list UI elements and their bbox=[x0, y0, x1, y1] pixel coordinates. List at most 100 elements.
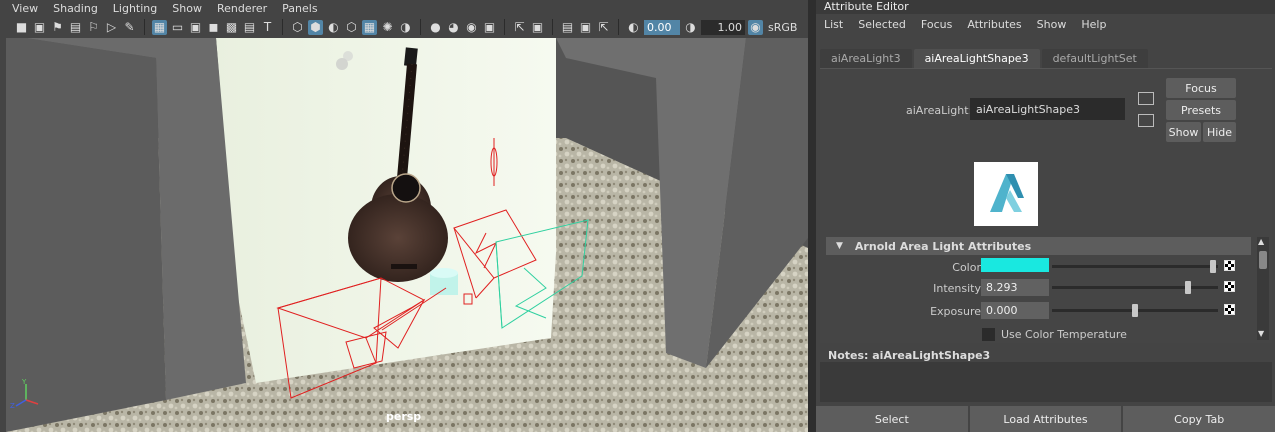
section-header-arnold-area-light[interactable]: ▼ Arnold Area Light Attributes bbox=[826, 237, 1251, 255]
scroll-thumb[interactable] bbox=[1259, 251, 1267, 269]
tab-defaultlightset[interactable]: defaultLightSet bbox=[1041, 49, 1148, 68]
camera-attributes-icon[interactable]: ▣ bbox=[32, 20, 47, 35]
use-all-lights-icon[interactable]: ✺ bbox=[380, 20, 395, 35]
grease-pencil-icon[interactable]: ✎ bbox=[122, 20, 137, 35]
menu-list[interactable]: List bbox=[824, 18, 843, 31]
depth-of-field-icon[interactable]: ▣ bbox=[482, 20, 497, 35]
smooth-shade-icon[interactable]: ⬢ bbox=[308, 19, 323, 35]
camera-name-label: persp bbox=[386, 410, 422, 423]
scroll-up-icon[interactable]: ▲ bbox=[1258, 237, 1264, 246]
arnold-logo-icon bbox=[974, 162, 1038, 226]
gate-mask-icon[interactable]: ◼ bbox=[206, 20, 221, 35]
gamma-icon[interactable]: ◑ bbox=[683, 20, 698, 35]
attribute-editor-title: Attribute Editor bbox=[816, 0, 1275, 14]
toolbar-divider bbox=[504, 19, 505, 35]
color-label: Color bbox=[952, 261, 981, 274]
colorspace-label[interactable]: sRGB bbox=[768, 21, 797, 34]
attribute-editor-menubar: List Selected Focus Attributes Show Help bbox=[816, 15, 1275, 33]
menu-renderer[interactable]: Renderer bbox=[217, 2, 267, 15]
focus-button[interactable]: Focus bbox=[1166, 78, 1236, 98]
wireframe-icon[interactable]: ⬡ bbox=[290, 20, 305, 35]
menu-view[interactable]: View bbox=[12, 2, 38, 15]
gamma-input[interactable]: 1.00 bbox=[701, 19, 745, 35]
node-name-input[interactable]: aiAreaLightShape3 bbox=[970, 98, 1125, 120]
two-d-pan-icon[interactable]: ▷ bbox=[104, 20, 119, 35]
film-gate-icon[interactable]: ▭ bbox=[170, 20, 185, 35]
color-slider-handle[interactable] bbox=[1210, 260, 1217, 273]
attribute-scrollbar[interactable]: ▲ ▼ bbox=[1257, 237, 1269, 340]
axis-z-label: Z bbox=[10, 402, 15, 410]
toolbar-divider bbox=[144, 19, 145, 35]
xray-icon[interactable]: ▣ bbox=[530, 20, 545, 35]
grid-icon[interactable]: ▦ bbox=[152, 19, 167, 35]
attribute-editor-panel: Attribute Editor List Selected Focus Att… bbox=[816, 0, 1275, 432]
copy-tab-button[interactable]: Copy Tab bbox=[1123, 406, 1275, 432]
axis-y-label: Y bbox=[21, 378, 27, 386]
node-type-label: aiAreaLight: bbox=[906, 104, 973, 117]
camera-select-icon[interactable]: ■ bbox=[14, 20, 29, 35]
viewport-menubar: View Shading Lighting Show Renderer Pane… bbox=[0, 0, 808, 16]
intensity-input[interactable]: 8.293 bbox=[981, 279, 1049, 296]
load-attributes-button[interactable]: Load Attributes bbox=[969, 406, 1122, 432]
go-to-output-icon[interactable] bbox=[1138, 114, 1154, 127]
safe-action-icon[interactable]: ▤ bbox=[242, 20, 257, 35]
menu-attributes[interactable]: Attributes bbox=[967, 18, 1021, 31]
3d-viewport[interactable]: persp Y Z bbox=[6, 38, 808, 432]
image-plane-icon[interactable]: ▤ bbox=[68, 20, 83, 35]
node-tabs: aiAreaLight3 aiAreaLightShape3 defaultLi… bbox=[820, 49, 1272, 68]
bookmark-flag-icon[interactable]: ⚐ bbox=[86, 20, 101, 35]
tab-aiarealight3[interactable]: aiAreaLight3 bbox=[820, 49, 912, 68]
field-chart-icon[interactable]: ▩ bbox=[224, 20, 239, 35]
exposure-map-button[interactable] bbox=[1224, 304, 1235, 315]
scroll-down-icon[interactable]: ▼ bbox=[1258, 329, 1264, 338]
color-map-button[interactable] bbox=[1224, 260, 1235, 271]
menu-lighting[interactable]: Lighting bbox=[113, 2, 157, 15]
toolbar-divider bbox=[420, 19, 421, 35]
intensity-map-button[interactable] bbox=[1224, 281, 1235, 292]
xray-active-icon[interactable]: ▣ bbox=[578, 20, 593, 35]
go-to-input-icon[interactable] bbox=[1138, 92, 1154, 105]
motion-blur-icon[interactable]: ◕ bbox=[446, 20, 461, 35]
viewport-panel: View Shading Lighting Show Renderer Pane… bbox=[0, 0, 808, 432]
exposure-input[interactable]: 0.00 bbox=[644, 19, 680, 35]
ambient-occlusion-icon[interactable]: ● bbox=[428, 20, 443, 35]
default-material-icon[interactable]: ◐ bbox=[326, 20, 341, 35]
textured-icon[interactable]: ▦ bbox=[362, 19, 377, 35]
use-color-temperature-checkbox[interactable] bbox=[982, 328, 995, 341]
menu-panels[interactable]: Panels bbox=[282, 2, 317, 15]
viewport-toolbar: ■ ▣ ⚑ ▤ ⚐ ▷ ✎ ▦ ▭ ▣ ◼ ▩ ▤ T ⬡ ⬢ ◐ ⬡ ▦ ✺ … bbox=[0, 16, 808, 38]
wireframe-on-shaded-icon[interactable]: ⬡ bbox=[344, 20, 359, 35]
color-management-icon[interactable]: ◉ bbox=[748, 19, 763, 35]
attr-row-color: Color bbox=[826, 257, 1251, 277]
exposure-slider[interactable] bbox=[1052, 304, 1218, 317]
menu-shading[interactable]: Shading bbox=[53, 2, 98, 15]
exposure-attr-input[interactable]: 0.000 bbox=[981, 302, 1049, 319]
show-button[interactable]: Show bbox=[1166, 122, 1201, 142]
color-swatch[interactable] bbox=[981, 258, 1049, 272]
tab-aiarealightshape3[interactable]: aiAreaLightShape3 bbox=[913, 49, 1040, 68]
exposure-slider-handle[interactable] bbox=[1132, 304, 1138, 317]
menu-show-ae[interactable]: Show bbox=[1037, 18, 1067, 31]
exposure-icon[interactable]: ◐ bbox=[626, 20, 641, 35]
resolution-gate-icon[interactable]: ▣ bbox=[188, 20, 203, 35]
shadows-icon[interactable]: ◑ bbox=[398, 20, 413, 35]
anti-aliasing-icon[interactable]: ◉ bbox=[464, 20, 479, 35]
backface-culling-icon[interactable]: ⇱ bbox=[596, 20, 611, 35]
bookmark-icon[interactable]: ⚑ bbox=[50, 20, 65, 35]
intensity-slider-handle[interactable] bbox=[1185, 281, 1192, 294]
isolate-select-icon[interactable]: ⇱ bbox=[512, 20, 527, 35]
menu-selected[interactable]: Selected bbox=[858, 18, 906, 31]
notes-textarea[interactable] bbox=[820, 362, 1272, 402]
menu-help[interactable]: Help bbox=[1081, 18, 1106, 31]
color-slider[interactable] bbox=[1052, 260, 1218, 273]
collapse-triangle-icon[interactable]: ▼ bbox=[836, 241, 843, 251]
panel-splitter[interactable] bbox=[808, 0, 816, 432]
select-button[interactable]: Select bbox=[816, 406, 968, 432]
xray-joints-icon[interactable]: ▤ bbox=[560, 20, 575, 35]
menu-show[interactable]: Show bbox=[172, 2, 202, 15]
menu-focus[interactable]: Focus bbox=[921, 18, 952, 31]
hide-button[interactable]: Hide bbox=[1203, 122, 1236, 142]
presets-button[interactable]: Presets bbox=[1166, 100, 1236, 120]
intensity-slider[interactable] bbox=[1052, 281, 1218, 294]
safe-title-icon[interactable]: T bbox=[260, 20, 275, 35]
